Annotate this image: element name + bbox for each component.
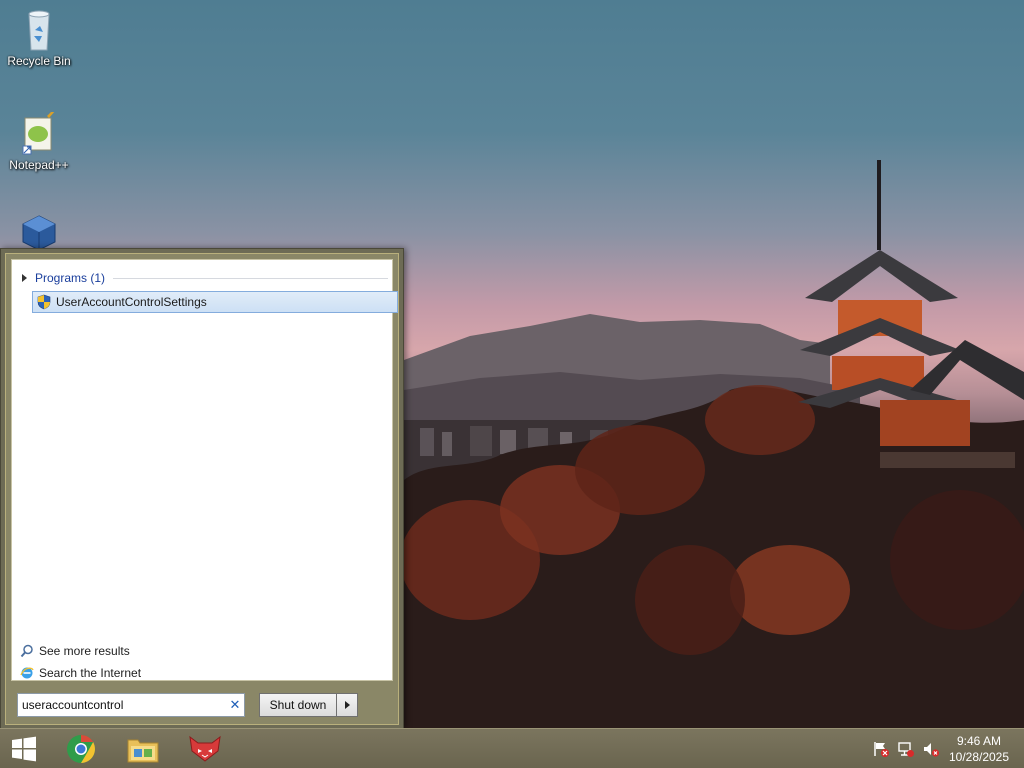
clear-search-icon[interactable]: ✕ [226, 697, 244, 713]
start-menu: Programs (1) UserAccountControlSettings … [0, 248, 404, 728]
taskbar: 9:46 AM 10/28/2025 [0, 728, 1024, 768]
clock-time: 9:46 AM [956, 734, 1002, 748]
start-menu-frame: Programs (1) UserAccountControlSettings … [5, 253, 399, 725]
uac-shield-icon [37, 294, 51, 310]
start-menu-bottom-bar: ✕ Shut down [11, 684, 393, 722]
action-center-flag-icon[interactable] [872, 740, 890, 758]
start-button[interactable] [0, 729, 48, 768]
internet-explorer-icon [20, 667, 34, 679]
windows-logo-icon [12, 736, 36, 762]
search-internet-label: Search the Internet [39, 666, 142, 680]
shutdown-split-button: Shut down [259, 693, 359, 717]
taskbar-chrome-button[interactable] [58, 729, 104, 768]
volume-muted-icon[interactable] [922, 740, 940, 758]
search-box[interactable]: ✕ [17, 693, 245, 717]
search-internet-link[interactable]: Search the Internet [20, 666, 141, 680]
taskbar-app-button[interactable] [182, 729, 228, 768]
desktop-icon-label: Notepad++ [9, 158, 69, 172]
expand-arrow-icon [22, 274, 27, 282]
programs-group-header[interactable]: Programs (1) [16, 270, 388, 286]
notepad-plus-plus-icon [22, 112, 55, 155]
shutdown-button[interactable]: Shut down [259, 693, 337, 717]
search-results-pane: Programs (1) UserAccountControlSettings … [11, 259, 398, 681]
file-explorer-icon [127, 739, 159, 763]
network-icon[interactable] [897, 740, 915, 758]
recycle-bin-icon [28, 10, 50, 51]
result-label: UserAccountControlSettings [56, 295, 207, 309]
chevron-right-icon [344, 701, 350, 709]
chrome-icon [67, 735, 95, 763]
shutdown-options-button[interactable] [337, 693, 358, 717]
clock-date: 10/28/2025 [948, 750, 1010, 764]
desktop-icon-notepad-plus-plus[interactable]: Notepad++ [1, 112, 77, 172]
desktop-icon-label: Recycle Bin [7, 54, 71, 68]
desktop-icon-recycle-bin[interactable]: Recycle Bin [1, 8, 77, 68]
taskbar-file-explorer-button[interactable] [120, 729, 166, 768]
group-divider [113, 277, 388, 279]
taskbar-clock[interactable]: 9:46 AM 10/28/2025 [948, 733, 1010, 765]
search-input[interactable] [18, 695, 226, 715]
programs-group-label: Programs (1) [35, 271, 106, 285]
result-useraccountcontrolsettings[interactable]: UserAccountControlSettings [32, 291, 398, 313]
see-more-results-link[interactable]: See more results [20, 644, 130, 658]
search-magnifier-icon [20, 644, 33, 658]
red-fox-app-icon [189, 735, 221, 762]
see-more-results-label: See more results [39, 644, 130, 658]
